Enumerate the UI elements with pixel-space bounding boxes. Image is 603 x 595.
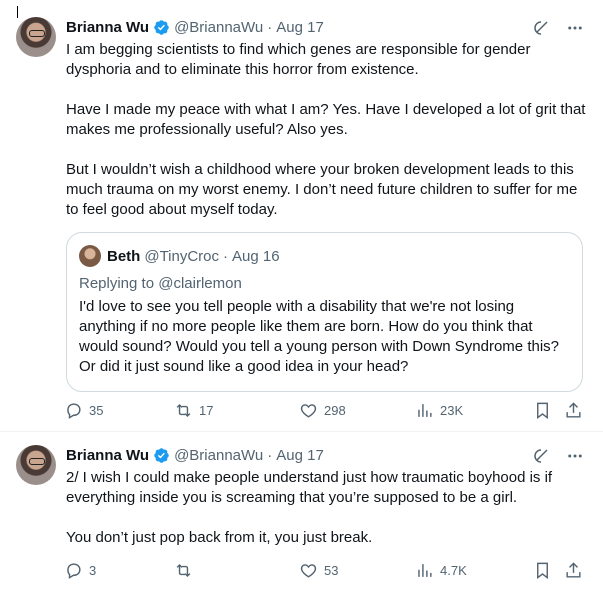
replying-mention: @clairlemon [158, 275, 242, 292]
tweet-paragraph: But I wouldn’t wish a childhood where yo… [66, 161, 578, 218]
tweet-date[interactable]: Aug 17 [276, 447, 324, 464]
tweet-header: Brianna Wu @BriannaWu · Aug 17 [66, 17, 324, 37]
tweet-top-icons [531, 446, 585, 466]
bookmark-icon [537, 402, 548, 419]
views-count: 23K [440, 402, 464, 418]
quote-date: Aug 16 [232, 247, 280, 265]
tweet-text: I am begging scientists to find which ge… [66, 40, 586, 240]
author-name[interactable]: Brianna Wu [66, 447, 149, 464]
separator-dot: · [223, 247, 229, 265]
verified-badge-icon [154, 19, 169, 35]
quote-header: Beth @TinyCroc · Aug 16 [79, 245, 280, 267]
views-button[interactable]: 4.7K [415, 560, 467, 580]
replying-to: Replying to @clairlemon [79, 275, 242, 292]
reply-count: 35 [89, 402, 104, 418]
more-icon[interactable] [565, 18, 585, 38]
views-icon [418, 403, 432, 417]
repost-button[interactable] [174, 560, 199, 580]
bookmark-icon [537, 562, 548, 579]
views-count: 4.7K [440, 562, 467, 578]
like-count: 298 [324, 402, 346, 418]
tweet-date[interactable]: Aug 17 [276, 19, 324, 36]
reply-button[interactable]: 35 [64, 400, 103, 420]
reply-button[interactable]: 3 [64, 560, 96, 580]
tweet-header: Brianna Wu @BriannaWu · Aug 17 [66, 445, 324, 465]
like-icon [300, 403, 317, 418]
repost-button[interactable]: 17 [174, 400, 213, 420]
tweet-actions: 35 17 298 23K [62, 400, 587, 420]
grok-icon[interactable] [531, 446, 551, 466]
views-button[interactable]: 23K [415, 400, 463, 420]
share-icon [566, 401, 581, 418]
replying-label: Replying to [79, 275, 155, 292]
share-icon [566, 561, 581, 578]
share-button[interactable] [564, 560, 583, 580]
repost-count: 17 [199, 402, 214, 418]
verified-badge-icon [154, 447, 169, 463]
bookmark-button[interactable] [533, 400, 552, 420]
tweet-top-icons [531, 18, 585, 38]
separator-dot: · [267, 446, 273, 464]
tweet[interactable]: Brianna Wu @BriannaWu · Aug 17 2/ I wish… [0, 432, 603, 595]
tweet-paragraph: Have I made my peace with what I am? Yes… [66, 101, 586, 138]
tweet-actions: 3 53 4.7K [62, 560, 587, 580]
reply-icon [67, 562, 81, 579]
author-handle[interactable]: @BriannaWu [174, 447, 263, 464]
like-count: 53 [324, 562, 339, 578]
like-button[interactable]: 53 [299, 560, 338, 580]
tweet-paragraph: You don’t just pop back from it, you jus… [66, 529, 373, 546]
reply-count: 3 [89, 562, 97, 578]
avatar[interactable] [16, 17, 56, 57]
quote-author-name: Beth [107, 247, 141, 265]
repost-icon [176, 403, 191, 417]
tweet[interactable]: Brianna Wu @BriannaWu · Aug 17 I am begg… [0, 0, 603, 432]
like-button[interactable]: 298 [299, 400, 346, 420]
repost-icon [176, 563, 191, 577]
author-name[interactable]: Brianna Wu [66, 19, 149, 36]
like-icon [300, 563, 317, 578]
grok-icon[interactable] [531, 18, 551, 38]
avatar[interactable] [16, 445, 56, 485]
tweet-paragraph: I am begging scientists to find which ge… [66, 41, 531, 78]
share-button[interactable] [564, 400, 583, 420]
more-icon[interactable] [565, 446, 585, 466]
quote-avatar [79, 245, 101, 267]
author-handle[interactable]: @BriannaWu [174, 19, 263, 36]
views-icon [418, 563, 432, 577]
reply-icon [67, 402, 81, 419]
separator-dot: · [267, 18, 273, 36]
tweet-text: 2/ I wish I could make people understand… [66, 468, 586, 568]
quote-text: I'd love to see you tell people with a d… [79, 298, 559, 375]
tweet-paragraph: 2/ I wish I could make people understand… [66, 469, 553, 506]
quoted-tweet[interactable]: Beth @TinyCroc · Aug 16 Replying to @cla… [66, 232, 583, 392]
quote-author-handle: @TinyCroc [144, 247, 220, 265]
bookmark-button[interactable] [533, 560, 552, 580]
